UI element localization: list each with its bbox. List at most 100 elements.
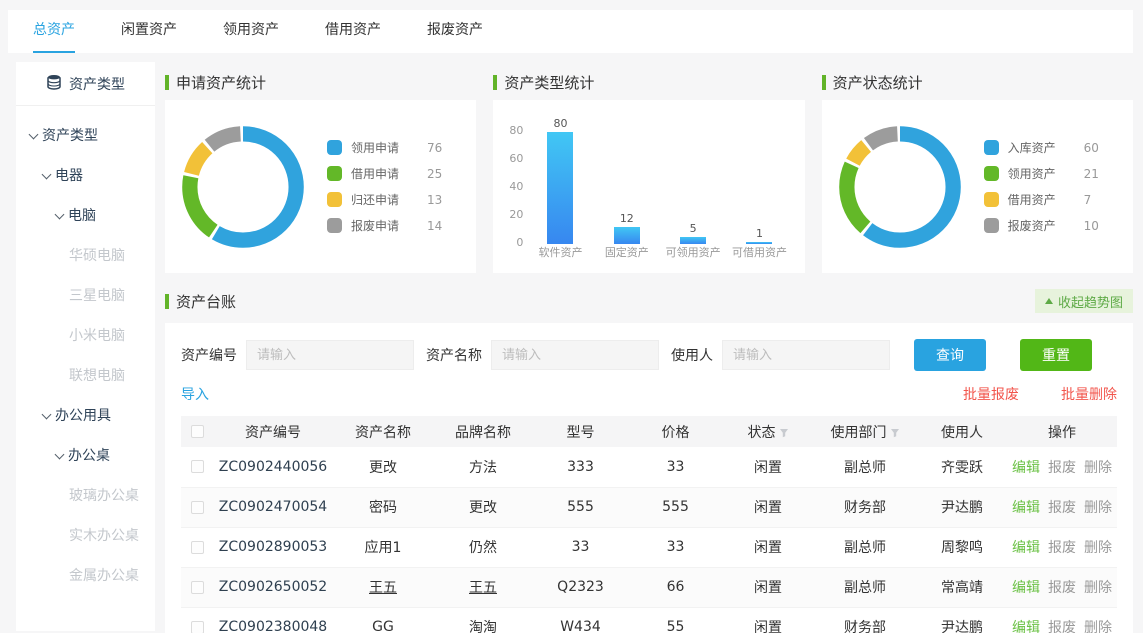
collapse-trend-button[interactable]: 收起趋势图 [1035, 289, 1133, 313]
reset-button[interactable]: 重置 [1020, 339, 1092, 371]
bar-group-可借用资产: 1可借用资产 [726, 112, 792, 264]
tree-item-label: 三星电脑 [69, 288, 125, 304]
legend-swatch [327, 166, 342, 181]
bar-value-label: 12 [620, 212, 634, 225]
collapse-up-icon [1045, 298, 1053, 304]
asset-table-body: ZC0902440056更改方法33333闲置副总师齐雯跃编辑报废删除ZC090… [181, 447, 1117, 633]
row-select-cell [181, 607, 213, 633]
row-checkbox[interactable] [191, 501, 204, 514]
action-报废[interactable]: 报废 [1048, 500, 1076, 516]
search-field-label: 资产名称 [426, 345, 482, 365]
row-checkbox[interactable] [191, 581, 204, 594]
cell-model: 33 [533, 527, 628, 567]
cell-status: 闲置 [723, 567, 813, 607]
cell-name: 应用1 [333, 527, 433, 567]
cell-code: ZC0902890053 [213, 527, 333, 567]
cell-user: 尹达鹏 [917, 607, 1007, 633]
table-row: ZC0902650052王五王五Q232366闲置副总师常高靖编辑报废删除 [181, 567, 1117, 607]
chevron-down-icon [29, 130, 39, 140]
batch-link-批量删除[interactable]: 批量删除 [1061, 387, 1117, 403]
chevron-down-icon [55, 210, 65, 220]
cell-user: 周黎鸣 [917, 527, 1007, 567]
column-header-dept[interactable]: 使用部门 [813, 416, 917, 447]
row-checkbox[interactable] [191, 541, 204, 554]
tree-item-金属办公桌[interactable]: 金属办公桌 [16, 556, 155, 596]
cell-actions: 编辑报废删除 [1007, 447, 1117, 487]
action-编辑[interactable]: 编辑 [1012, 620, 1040, 633]
tab-bar: 总资产 闲置资产 领用资产 借用资产 报废资产 [8, 10, 1133, 53]
search-input-3[interactable] [722, 340, 890, 370]
tree-item-电脑[interactable]: 电脑 [16, 196, 155, 236]
cell-name: 更改 [333, 447, 433, 487]
legend-row-借用申请: 借用申请25 [327, 161, 442, 187]
tab-2[interactable]: 闲置资产 [121, 10, 177, 53]
action-编辑[interactable]: 编辑 [1012, 500, 1040, 516]
import-link[interactable]: 导入 [181, 384, 209, 404]
y-tick-0: 0 [516, 236, 523, 249]
tree-item-玻璃办公桌[interactable]: 玻璃办公桌 [16, 476, 155, 516]
action-编辑[interactable]: 编辑 [1012, 540, 1040, 556]
tree-item-电器[interactable]: 电器 [16, 156, 155, 196]
search-input-1[interactable] [246, 340, 414, 370]
sidebar: 资产类型 资产类型电器电脑华硕电脑三星电脑小米电脑联想电脑办公用具办公桌玻璃办公… [16, 62, 155, 631]
tree-item-label: 办公用具 [55, 408, 111, 424]
search-fields: 资产编号资产名称使用人 [181, 340, 902, 370]
search-input-2[interactable] [491, 340, 659, 370]
action-删除[interactable]: 删除 [1084, 620, 1112, 633]
filter-icon[interactable] [890, 426, 900, 442]
action-删除[interactable]: 删除 [1084, 460, 1112, 476]
cell-model: 555 [533, 487, 628, 527]
legend-label: 归还申请 [351, 191, 413, 208]
tree-item-办公用具[interactable]: 办公用具 [16, 396, 155, 436]
tree-item-label: 实木办公桌 [69, 528, 139, 544]
search-row: 资产编号资产名称使用人 查询 重置 [181, 339, 1117, 371]
tree-item-三星电脑[interactable]: 三星电脑 [16, 276, 155, 316]
row-checkbox[interactable] [191, 460, 204, 473]
section-title-type: 资产类型统计 [493, 74, 804, 90]
cell-user: 尹达鹏 [917, 487, 1007, 527]
action-报废[interactable]: 报废 [1048, 580, 1076, 596]
cell-code: ZC0902380048 [213, 607, 333, 633]
tree-item-label: 华硕电脑 [69, 248, 125, 264]
cell-brand: 王五 [433, 567, 533, 607]
select-all-checkbox[interactable] [191, 425, 204, 438]
tree-item-label: 资产类型 [42, 128, 98, 144]
cell-brand: 仍然 [433, 527, 533, 567]
tab-4[interactable]: 借用资产 [325, 10, 381, 53]
legend-row-入库资产: 入库资产60 [984, 135, 1099, 161]
filter-icon[interactable] [779, 426, 789, 442]
status-donut-chart [836, 123, 964, 251]
row-select-cell [181, 487, 213, 527]
tree-item-实木办公桌[interactable]: 实木办公桌 [16, 516, 155, 556]
tab-3[interactable]: 领用资产 [223, 10, 279, 53]
cell-brand: 淘淘 [433, 607, 533, 633]
action-删除[interactable]: 删除 [1084, 540, 1112, 556]
action-编辑[interactable]: 编辑 [1012, 580, 1040, 596]
tab-1[interactable]: 总资产 [33, 10, 75, 53]
column-header-label: 使用人 [941, 425, 983, 441]
column-header-status[interactable]: 状态 [723, 416, 813, 447]
action-报废[interactable]: 报废 [1048, 620, 1076, 633]
row-checkbox[interactable] [191, 621, 204, 633]
apply-donut-card: 领用申请76借用申请25归还申请13报废申请14 [165, 100, 476, 273]
action-报废[interactable]: 报废 [1048, 460, 1076, 476]
legend-label: 借用申请 [351, 165, 413, 182]
section-title-bar [165, 294, 169, 309]
apply-donut-legend: 领用申请76借用申请25归还申请13报废申请14 [327, 135, 442, 239]
cell-name: 王五 [333, 567, 433, 607]
cell-code: ZC0902470054 [213, 487, 333, 527]
batch-link-批量报废[interactable]: 批量报废 [963, 387, 1019, 403]
tree-item-小米电脑[interactable]: 小米电脑 [16, 316, 155, 356]
tab-5[interactable]: 报废资产 [427, 10, 483, 53]
tree-item-联想电脑[interactable]: 联想电脑 [16, 356, 155, 396]
tree-item-华硕电脑[interactable]: 华硕电脑 [16, 236, 155, 276]
tree-item-资产类型[interactable]: 资产类型 [16, 116, 155, 156]
tree-item-办公桌[interactable]: 办公桌 [16, 436, 155, 476]
action-报废[interactable]: 报废 [1048, 540, 1076, 556]
action-删除[interactable]: 删除 [1084, 500, 1112, 516]
action-删除[interactable]: 删除 [1084, 580, 1112, 596]
query-button[interactable]: 查询 [914, 339, 986, 371]
tree-item-label: 金属办公桌 [69, 568, 139, 584]
action-编辑[interactable]: 编辑 [1012, 460, 1040, 476]
cell-actions: 编辑报废删除 [1007, 487, 1117, 527]
